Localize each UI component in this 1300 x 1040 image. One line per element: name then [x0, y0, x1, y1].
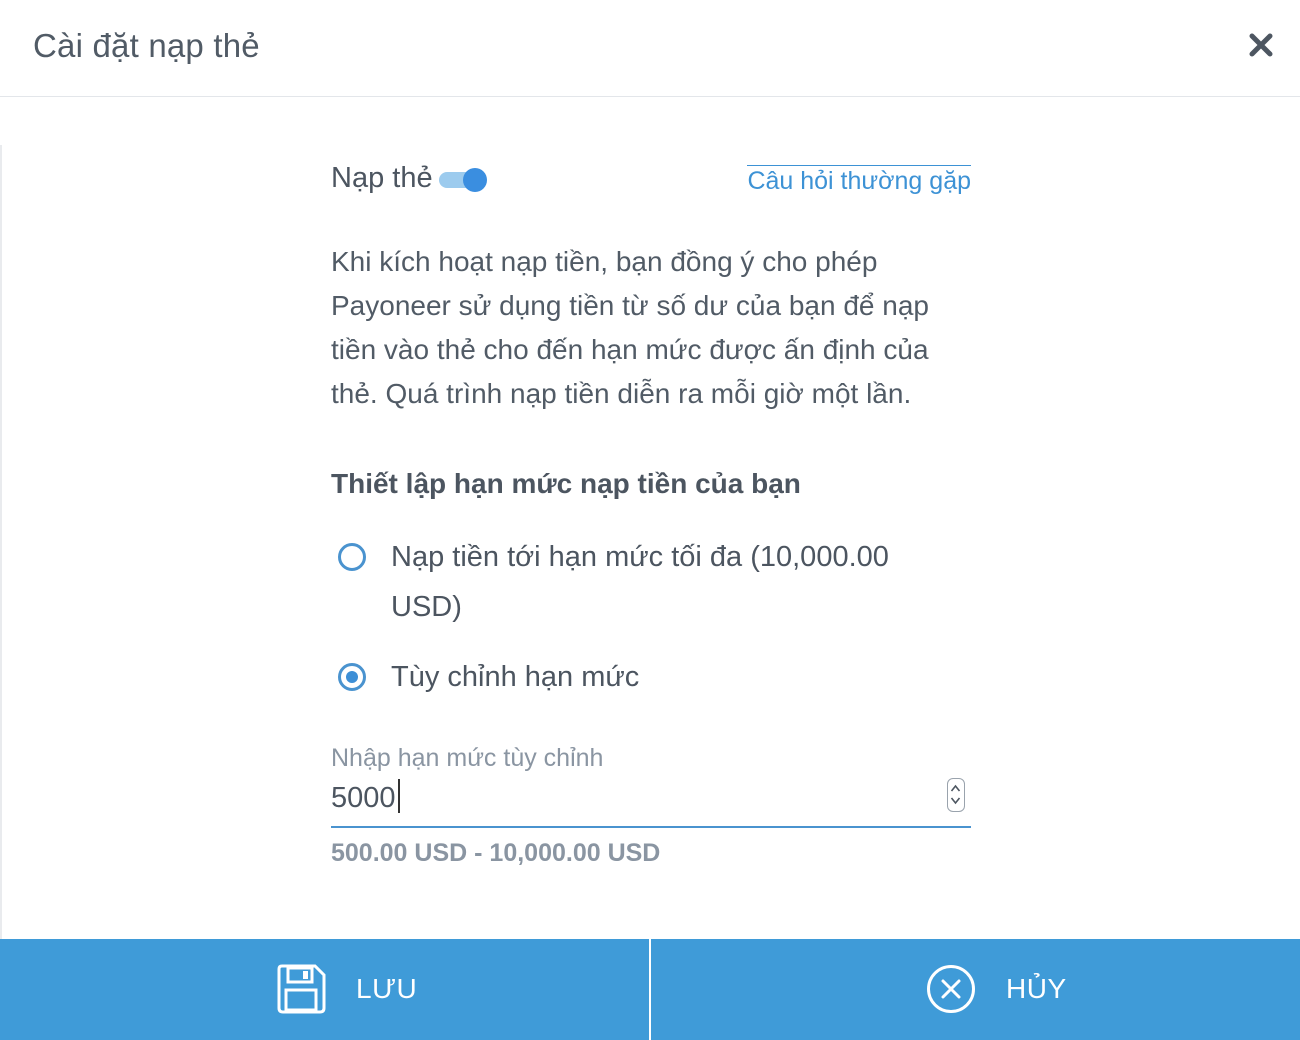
dialog-header: Cài đặt nạp thẻ	[0, 0, 1300, 97]
custom-limit-value: 5000	[331, 782, 396, 814]
faq-link[interactable]: Câu hỏi thường gặp	[747, 165, 971, 196]
top-up-toggle-label: Nạp thẻ	[331, 162, 433, 194]
radio-custom-limit-button[interactable]	[338, 663, 366, 691]
top-up-settings-dialog: Cài đặt nạp thẻ Nạp thẻ Câu hỏi thường g…	[0, 0, 1300, 1040]
radio-max-limit-button[interactable]	[338, 543, 366, 571]
text-caret	[397, 779, 400, 813]
radio-custom-limit[interactable]: Tùy chỉnh hạn mức	[338, 652, 938, 704]
cancel-button[interactable]: HỦY	[651, 939, 1300, 1040]
floppy-disk-icon	[277, 964, 326, 1014]
dialog-footer: LƯU HỦY	[0, 939, 1300, 1040]
top-row: Nạp thẻ Câu hỏi thường gặp	[331, 140, 971, 220]
circle-x-icon	[927, 965, 975, 1013]
radio-max-limit-label: Nạp tiền tới hạn mức tối đa (10,000.00 U…	[391, 541, 889, 623]
custom-limit-value-wrap: 5000	[331, 779, 400, 815]
close-icon	[1249, 33, 1273, 57]
save-button[interactable]: LƯU	[0, 939, 649, 1040]
dialog-title: Cài đặt nạp thẻ	[33, 27, 260, 64]
radio-max-limit[interactable]: Nạp tiền tới hạn mức tối đa (10,000.00 U…	[338, 532, 938, 642]
close-button[interactable]	[1244, 28, 1278, 62]
toggle-knob	[463, 168, 487, 192]
custom-limit-label: Nhập hạn mức tùy chỉnh	[331, 744, 604, 772]
cancel-button-label: HỦY	[1006, 973, 1067, 1004]
limit-range-hint: 500.00 USD - 10,000.00 USD	[331, 839, 661, 867]
custom-limit-input[interactable]: 5000	[331, 776, 971, 828]
content-left-border	[0, 145, 2, 939]
top-up-description: Khi kích hoạt nạp tiền, bạn đồng ý cho p…	[331, 246, 929, 409]
limit-section-title: Thiết lập hạn mức nạp tiền của bạn	[331, 468, 801, 499]
number-stepper[interactable]	[947, 778, 965, 812]
stepper-arrows-icon	[950, 784, 961, 805]
radio-custom-limit-label: Tùy chỉnh hạn mức	[391, 661, 640, 693]
save-button-label: LƯU	[356, 973, 418, 1004]
top-up-toggle[interactable]	[439, 168, 487, 192]
